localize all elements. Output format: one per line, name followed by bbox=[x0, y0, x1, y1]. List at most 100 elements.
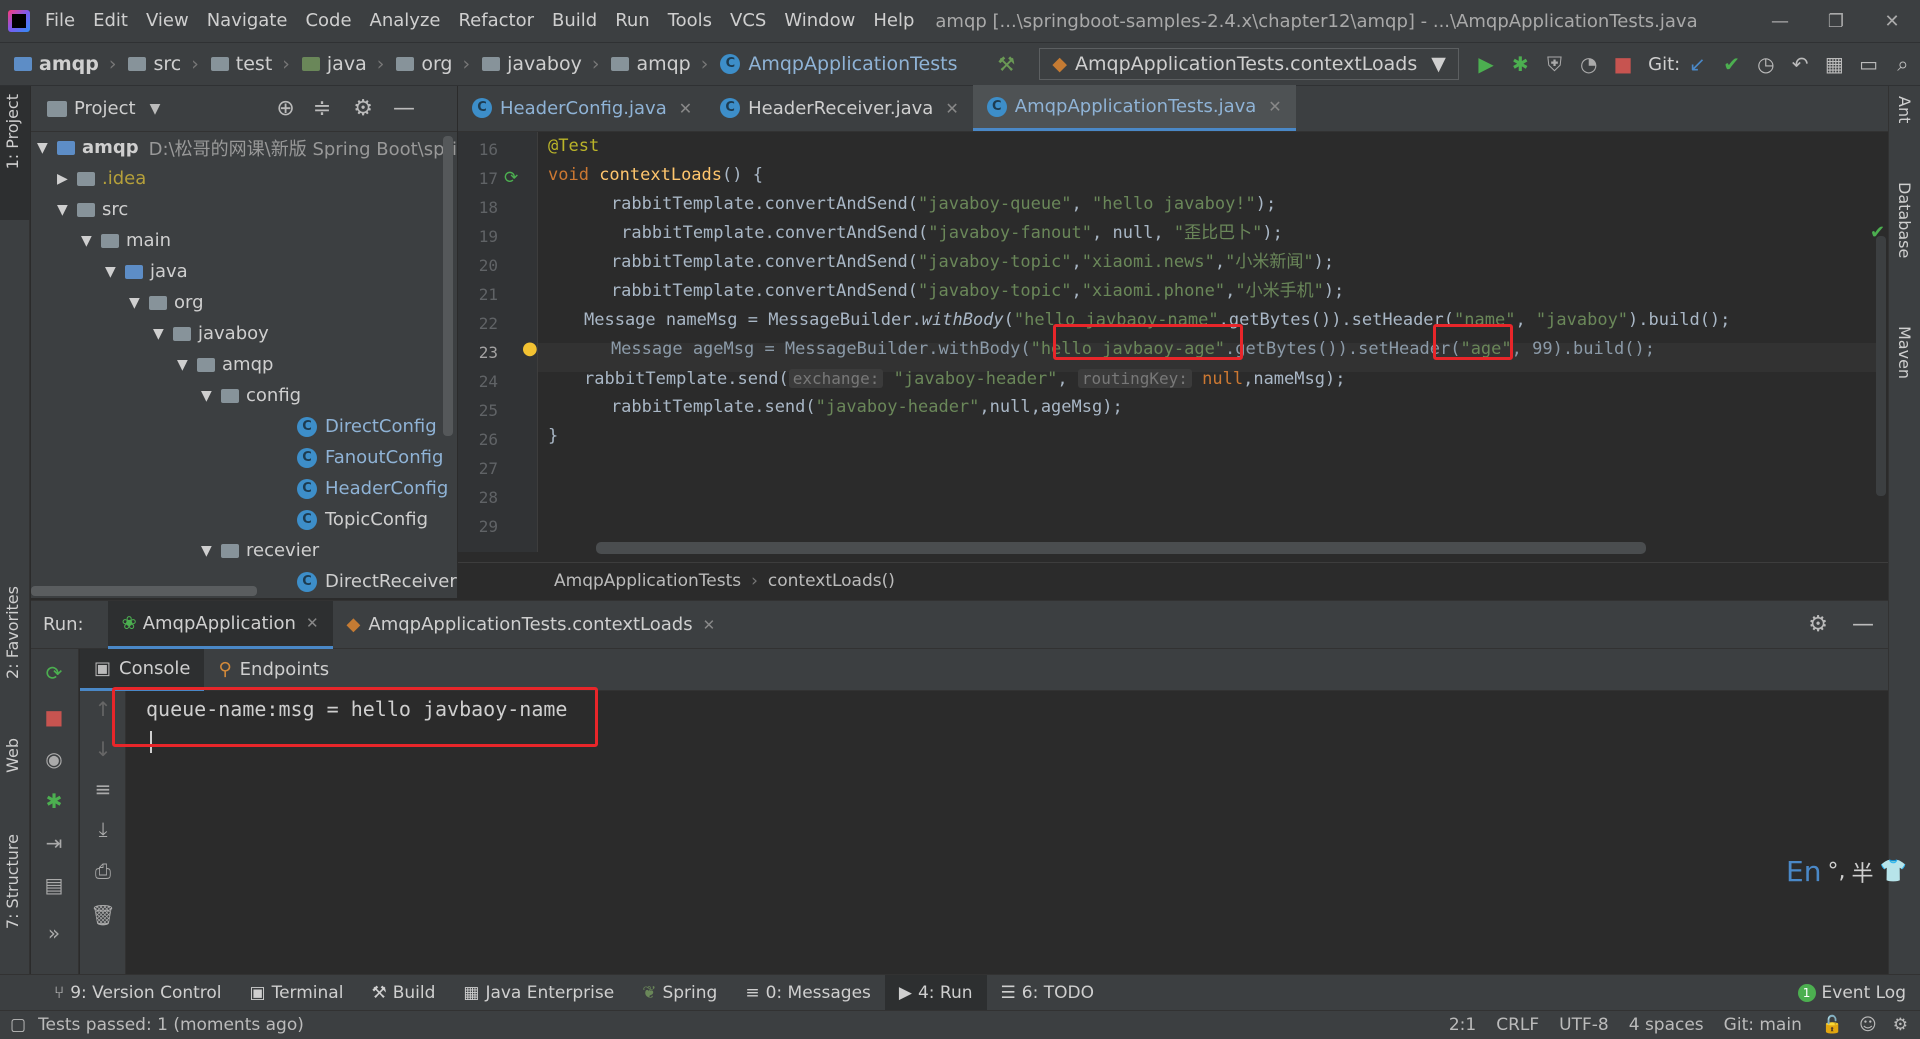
tree-item-amqp[interactable]: ▼ amqp D:\松哥的网课\新版 Spring Boot\spring bbox=[37, 132, 480, 163]
tree-item-amqp-package[interactable]: ▼ amqp bbox=[177, 349, 273, 380]
menu-tools[interactable]: Tools bbox=[659, 0, 721, 42]
menu-edit[interactable]: Edit bbox=[84, 0, 137, 42]
tool-event-log[interactable]: 1 Event Log bbox=[1784, 983, 1920, 1003]
lock-icon[interactable]: 🔓 bbox=[1822, 1015, 1843, 1035]
tool-run[interactable]: ▶ 4: Run bbox=[884, 974, 987, 1011]
git-update-icon[interactable]: ↙ bbox=[1680, 52, 1714, 76]
editor-horizontal-scrollbar[interactable] bbox=[596, 542, 1646, 554]
tool-window-ant[interactable]: Ant bbox=[1895, 96, 1914, 123]
menu-navigate[interactable]: Navigate bbox=[198, 0, 297, 42]
breadcrumb-src[interactable]: src › bbox=[122, 53, 204, 75]
rerun-icon[interactable]: ⟳ bbox=[31, 661, 77, 685]
menu-file[interactable]: File bbox=[36, 0, 84, 42]
tree-item-fanoutconfig[interactable]: C FanoutConfig bbox=[297, 442, 443, 473]
minimize-icon[interactable]: — bbox=[1752, 11, 1808, 32]
build-hammer-icon[interactable]: ⚒ bbox=[989, 52, 1023, 76]
tool-window-project[interactable]: 1: Project bbox=[3, 94, 22, 169]
lightbulb-icon[interactable]: ● bbox=[522, 338, 538, 359]
run-tab-amqpapplication[interactable]: ❀ AmqpApplication ✕ bbox=[107, 600, 333, 649]
tool-window-web[interactable]: Web bbox=[3, 738, 22, 773]
rollback-icon[interactable]: ↶ bbox=[1783, 52, 1817, 76]
menu-refactor[interactable]: Refactor bbox=[449, 0, 543, 42]
scroll-to-end-icon[interactable]: ⤓ bbox=[80, 817, 126, 841]
code-breadcrumb-method[interactable]: contextLoads() bbox=[768, 571, 895, 591]
tree-item-recevier[interactable]: ▼ recevier bbox=[201, 535, 319, 566]
menu-code[interactable]: Code bbox=[296, 0, 360, 42]
breadcrumb-amqp-module[interactable]: amqp › bbox=[0, 53, 122, 75]
tool-window-database[interactable]: Database bbox=[1895, 182, 1914, 258]
tool-version-control[interactable]: ⑂ 9: Version Control bbox=[40, 983, 236, 1003]
stop-icon[interactable]: ■ bbox=[1606, 52, 1640, 76]
tree-item-main[interactable]: ▼ main bbox=[81, 225, 171, 256]
status-message[interactable]: Tests passed: 1 (moments ago) bbox=[38, 1015, 304, 1035]
breadcrumb-amqp-package[interactable]: amqp › bbox=[605, 53, 714, 75]
ime-indicator[interactable]: En °, 半 👕 bbox=[1786, 855, 1907, 888]
vertical-scrollbar[interactable] bbox=[443, 136, 453, 436]
tool-window-maven[interactable]: Maven bbox=[1895, 326, 1914, 379]
file-encoding[interactable]: UTF-8 bbox=[1559, 1015, 1609, 1035]
console-output[interactable]: queue-name:msg = hello javbaoy-name En °… bbox=[112, 687, 1907, 975]
tab-amqpapplicationtests[interactable]: C AmqpApplicationTests.java ✕ bbox=[972, 85, 1296, 131]
tab-headerconfig[interactable]: C HeaderConfig.java ✕ bbox=[458, 85, 706, 131]
breadcrumb-java[interactable]: java › bbox=[296, 53, 390, 75]
breadcrumb-class[interactable]: C AmqpApplicationTests bbox=[714, 53, 963, 75]
tree-item-topicconfig[interactable]: C TopicConfig bbox=[297, 504, 428, 535]
close-icon[interactable]: ✕ bbox=[679, 99, 692, 118]
stop-icon[interactable]: ■ bbox=[31, 705, 77, 729]
locate-icon[interactable]: ⊕ bbox=[276, 96, 294, 121]
horizontal-scrollbar[interactable] bbox=[31, 586, 257, 596]
menu-analyze[interactable]: Analyze bbox=[361, 0, 450, 42]
restart-debug-icon[interactable]: ✱ bbox=[31, 789, 77, 813]
run-icon[interactable]: ▶ bbox=[1469, 52, 1503, 76]
breadcrumb-test[interactable]: test › bbox=[205, 53, 296, 75]
line-separator[interactable]: CRLF bbox=[1496, 1015, 1539, 1035]
search-icon[interactable]: ⌕ bbox=[1886, 52, 1920, 76]
run-anything-icon[interactable]: ▭ bbox=[1851, 52, 1885, 76]
tab-headerreceiver[interactable]: C HeaderReceiver.java ✕ bbox=[706, 85, 973, 131]
tool-messages[interactable]: ≡ 0: Messages bbox=[731, 983, 885, 1003]
screenshot-icon[interactable]: ◉ bbox=[31, 747, 77, 771]
tree-item-config[interactable]: ▼ config bbox=[201, 380, 301, 411]
indent-setting[interactable]: 4 spaces bbox=[1629, 1015, 1704, 1035]
close-icon[interactable]: ✕ bbox=[306, 614, 319, 632]
editor-vertical-scrollbar[interactable] bbox=[1876, 236, 1886, 496]
tool-java-enterprise[interactable]: ▦ Java Enterprise bbox=[449, 983, 628, 1003]
close-icon[interactable]: ✕ bbox=[1268, 97, 1281, 116]
menu-window[interactable]: Window bbox=[775, 0, 864, 42]
code-breadcrumb-class[interactable]: AmqpApplicationTests bbox=[554, 571, 741, 591]
hide-icon[interactable]: — bbox=[393, 96, 415, 121]
project-panel-title[interactable]: Project bbox=[74, 98, 136, 119]
tab-endpoints[interactable]: ⚲ Endpoints bbox=[204, 649, 343, 691]
hide-icon[interactable]: — bbox=[1852, 612, 1874, 637]
run-tab-contextloads[interactable]: ◆ AmqpApplicationTests.contextLoads ✕ bbox=[333, 601, 730, 649]
breadcrumb-javaboy[interactable]: javaboy › bbox=[476, 53, 605, 75]
run-test-gutter-icon[interactable]: ⟳ bbox=[504, 168, 518, 188]
tree-item-src[interactable]: ▼ src bbox=[57, 194, 128, 225]
tree-item-headerconfig[interactable]: C HeaderConfig bbox=[297, 473, 448, 504]
tool-todo[interactable]: ☰ 6: TODO bbox=[987, 983, 1108, 1003]
tool-window-structure[interactable]: 7: Structure bbox=[3, 834, 22, 929]
coverage-icon[interactable]: ⛨ bbox=[1537, 52, 1571, 76]
close-icon[interactable]: ✕ bbox=[945, 99, 958, 118]
caret-position[interactable]: 2:1 bbox=[1449, 1015, 1476, 1035]
menu-build[interactable]: Build bbox=[543, 0, 606, 42]
menu-vcs[interactable]: VCS bbox=[721, 0, 775, 42]
menu-run[interactable]: Run bbox=[606, 0, 659, 42]
git-branch[interactable]: Git: main bbox=[1724, 1015, 1802, 1035]
tool-terminal[interactable]: ▣ Terminal bbox=[236, 983, 358, 1003]
exit-icon[interactable]: ⇥ bbox=[31, 831, 77, 855]
memory-icon[interactable]: ⚙ bbox=[1893, 1015, 1908, 1035]
print-icon[interactable]: ⎙ bbox=[80, 859, 126, 883]
tab-console[interactable]: ▣ Console bbox=[80, 648, 205, 691]
collapse-all-icon[interactable]: ≑ bbox=[313, 96, 331, 121]
project-structure-icon[interactable]: ▦ bbox=[1817, 52, 1851, 76]
maximize-icon[interactable]: ❐ bbox=[1808, 11, 1864, 32]
debug-icon[interactable]: ✱ bbox=[1503, 52, 1537, 76]
inspector-icon[interactable]: ☺ bbox=[1859, 1015, 1877, 1035]
chevron-down-icon[interactable]: ▼ bbox=[150, 101, 161, 117]
menu-help[interactable]: Help bbox=[864, 0, 923, 42]
tree-item-java[interactable]: ▼ java bbox=[105, 256, 188, 287]
tool-window-favorites[interactable]: 2: Favorites bbox=[3, 586, 22, 679]
profile-icon[interactable]: ◔ bbox=[1572, 52, 1606, 76]
tool-build[interactable]: ⚒ Build bbox=[357, 983, 449, 1003]
